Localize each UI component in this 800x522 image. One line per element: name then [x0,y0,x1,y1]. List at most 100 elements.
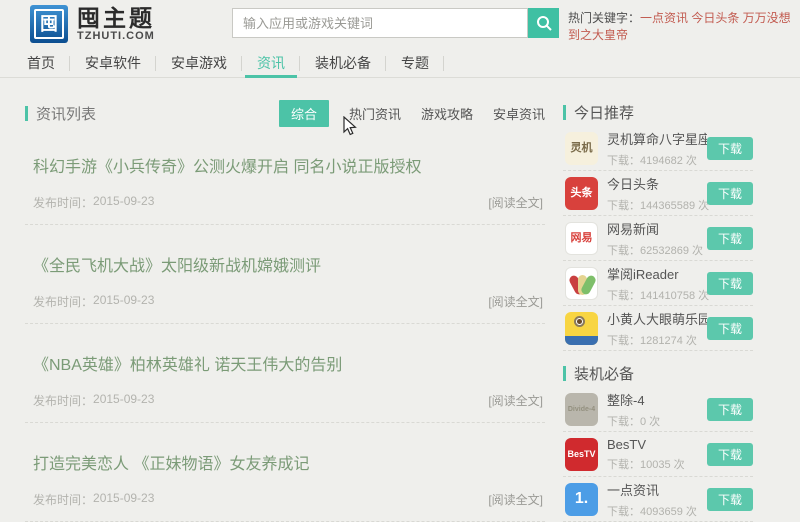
minion-overalls [565,336,598,345]
download-button[interactable]: 下载 [707,317,753,340]
news-item-meta: 发布时间： 2015-09-23 [阅读全文] [33,194,543,211]
app-download-count: 下载：144365589 次 [607,197,707,213]
logo-icon: 囤 [30,5,68,43]
app-info: BesTV 下载：10035 次 [607,437,707,472]
yidianzixun-app-icon: 1. [565,483,598,516]
nav-item-topics[interactable]: 专题 [386,50,444,77]
app-item: 头条 今日头条 下载：144365589 次 下载 [563,171,753,216]
icon-label: Divide-4 [568,406,595,413]
app-name[interactable]: 灵机算命八字星座解梦风 [607,129,707,148]
icon-label: BesTV [567,450,595,459]
page: { "accent": "#4cc3a7", "header": { "logo… [0,0,800,484]
app-info: 小黄人大眼萌乐园 下载：1281274 次 [607,309,707,348]
minion-goggle [574,316,585,327]
recommend-header: 今日推荐 [563,100,753,124]
tab-all[interactable]: 综合 [279,100,329,127]
news-section: 资讯列表 综合 热门资讯 游戏攻略 安卓资讯 科幻手游《小兵传奇》公测火爆开启 … [25,100,545,522]
publish-date: 2015-09-23 [93,293,154,310]
news-item-meta: 发布时间： 2015-09-23 [阅读全文] [33,293,543,310]
download-button[interactable]: 下载 [707,227,753,250]
app-download-count: 下载：0 次 [607,413,707,429]
header: 囤 囤主题 TZHUTI.COM 热门关键字：一点资讯 今日头条 万万没想到之大… [0,0,800,50]
app-item: 小黄人大眼萌乐园 下载：1281274 次 下载 [563,306,753,351]
app-download-count: 下载：141410758 次 [607,287,707,303]
app-download-count: 下载：4194682 次 [607,152,707,168]
site-domain: TZHUTI.COM [77,30,155,42]
app-item: 掌阅iReader 下载：141410758 次 下载 [563,261,753,306]
lingji-app-icon: 灵机 [565,132,598,165]
recommend-section-title: 今日推荐 [574,102,634,123]
news-item-meta: 发布时间： 2015-09-23 [阅读全文] [33,491,543,508]
read-more-link[interactable]: [阅读全文] [488,491,543,508]
publish-date-label: 发布时间： [33,392,93,409]
app-name[interactable]: 小黄人大眼萌乐园 [607,309,707,328]
section-accent-bar [25,106,28,121]
app-item: BesTV BesTV 下载：10035 次 下载 [563,432,753,477]
app-name[interactable]: 今日头条 [607,174,707,193]
minion-app-icon [565,312,598,345]
app-download-count: 下载：10035 次 [607,456,707,472]
news-item-title[interactable]: 《NBA英雄》柏林英雄礼 诺天王伟大的告别 [33,351,545,375]
icon-label: 1. [575,491,588,507]
search-input[interactable] [232,8,528,38]
app-item: 网易 网易新闻 下载：62532869 次 下载 [563,216,753,261]
news-filter-tabs: 综合 热门资讯 游戏攻略 安卓资讯 [279,100,545,127]
search-button[interactable] [528,8,559,38]
mouse-cursor-icon [343,116,357,141]
essentials-section-title: 装机必备 [574,363,634,384]
divide4-app-icon: Divide-4 [565,393,598,426]
download-button[interactable]: 下载 [707,443,753,466]
news-item-title[interactable]: 《全民飞机大战》太阳级新战机嫦娥测评 [33,252,545,276]
sidebar: 今日推荐 灵机 灵机算命八字星座解梦风 下载：4194682 次 下载 头条 今… [563,100,753,522]
nav-item-essentials[interactable]: 装机必备 [300,50,386,77]
news-item-meta: 发布时间： 2015-09-23 [阅读全文] [33,392,543,409]
news-item: 《NBA英雄》柏林英雄礼 诺天王伟大的告别 发布时间： 2015-09-23 [… [25,351,545,423]
hot-keywords: 热门关键字：一点资讯 今日头条 万万没想到之大皇帝 [568,10,793,44]
download-button[interactable]: 下载 [707,488,753,511]
publish-date-label: 发布时间： [33,491,93,508]
nav-item-android-software[interactable]: 安卓软件 [70,50,156,77]
publish-date: 2015-09-23 [93,491,154,508]
icon-label: 灵机 [571,143,593,154]
publish-date-label: 发布时间： [33,293,93,310]
tab-android-news[interactable]: 安卓资讯 [493,104,545,123]
app-info: 网易新闻 下载：62532869 次 [607,219,707,258]
main-nav: 首页 安卓软件 安卓游戏 资讯 装机必备 专题 [0,50,800,78]
nav-item-android-games[interactable]: 安卓游戏 [156,50,242,77]
hot-keywords-label: 热门关键字： [568,11,640,25]
netease-news-app-icon: 网易 [565,222,598,255]
site-title: 囤主题 [77,6,155,30]
news-item-title[interactable]: 打造完美恋人 《正妹物语》女友养成记 [33,450,545,474]
site-logo[interactable]: 囤 囤主题 TZHUTI.COM [30,5,155,43]
download-button[interactable]: 下载 [707,182,753,205]
toutiao-app-icon: 头条 [565,177,598,210]
app-item: 灵机 灵机算命八字星座解梦风 下载：4194682 次 下载 [563,126,753,171]
bestv-app-icon: BesTV [565,438,598,471]
news-item-title[interactable]: 科幻手游《小兵传奇》公测火爆开启 同名小说正版授权 [33,153,545,177]
tab-game-guides[interactable]: 游戏攻略 [421,104,473,123]
download-button[interactable]: 下载 [707,398,753,421]
publish-date: 2015-09-23 [93,194,154,211]
app-name[interactable]: 网易新闻 [607,219,707,238]
search-icon [535,14,553,32]
app-item: Divide-4 整除-4 下载：0 次 下载 [563,387,753,432]
app-info: 今日头条 下载：144365589 次 [607,174,707,213]
app-download-count: 下载：4093659 次 [607,503,707,519]
read-more-link[interactable]: [阅读全文] [488,293,543,310]
icon-label: 网易 [571,233,593,244]
app-name[interactable]: 掌阅iReader [607,264,707,283]
nav-item-home[interactable]: 首页 [12,50,70,77]
section-accent-bar [563,105,566,120]
app-name[interactable]: BesTV [607,437,707,452]
ireader-book-icon [565,267,598,300]
app-info: 灵机算命八字星座解梦风 下载：4194682 次 [607,129,707,168]
app-info: 掌阅iReader 下载：141410758 次 [607,264,707,303]
download-button[interactable]: 下载 [707,272,753,295]
download-button[interactable]: 下载 [707,137,753,160]
nav-item-news[interactable]: 资讯 [242,50,300,77]
app-name[interactable]: 整除-4 [607,390,707,409]
app-name[interactable]: 一点资讯 [607,480,707,499]
app-download-count: 下载：62532869 次 [607,242,707,258]
read-more-link[interactable]: [阅读全文] [488,194,543,211]
read-more-link[interactable]: [阅读全文] [488,392,543,409]
